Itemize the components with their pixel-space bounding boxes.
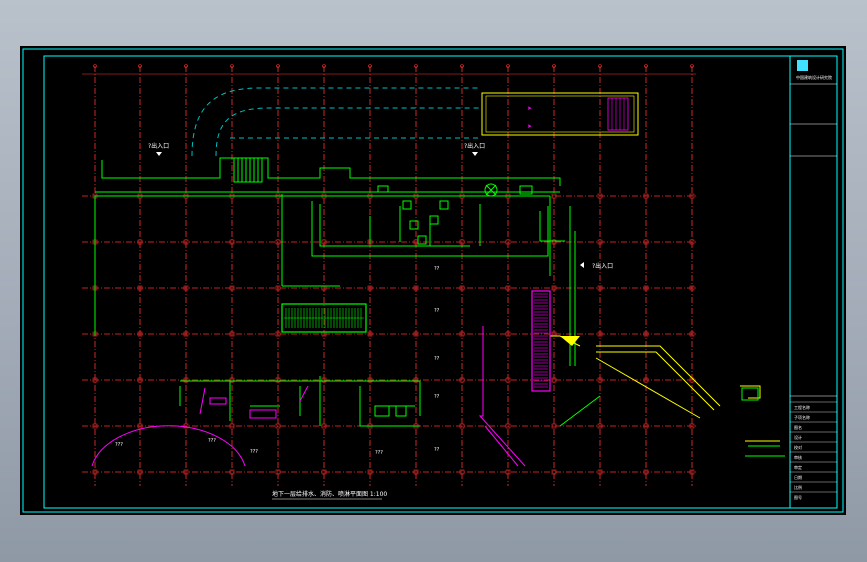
ramp-outline-inner [215,107,480,157]
title-block-row: 校对 [794,444,802,450]
equipment-block [607,97,629,131]
arrow-marker: ➤ [527,123,532,130]
cad-canvas[interactable]: 中国建筑设计研究院 工程名称子项名称图名设计校对审核审定日期比例图号 ➤ ➤ ?… [20,46,846,515]
title-block-row: 图号 [794,494,802,500]
title-block-row: 审核 [794,454,802,460]
outer-frame [22,48,844,513]
svg-text:???: ??? [375,450,383,456]
entrance-arrow-icon [580,262,584,268]
room-labels: ??? ??? ??? ??? ?? ?? ?? ?? ?? [115,266,440,456]
title-block-row: 子项名称 [794,414,810,420]
svg-text:??: ?? [434,447,440,453]
entrance-label-3: ?出入口 [592,262,613,270]
entrance-label-2: ?出入口 [464,142,485,150]
svg-text:??: ?? [434,266,440,272]
title-block-row: 日期 [794,474,802,480]
roof-equipment-outline [481,92,639,136]
arrow-marker: ➤ [527,105,532,112]
title-block-row: 工程名称 [794,404,810,410]
title-block-row: 审定 [794,464,802,470]
entrance-label-1: ?出入口 [148,142,169,150]
ramp-outline-outer [191,87,480,157]
entrance-arrow-icon [156,152,162,156]
svg-text:???: ??? [250,449,258,455]
drawing-title: 地下一层给排水、消防、喷淋平面图 1:100 [272,490,387,498]
stair-hatch [534,293,548,388]
equipment-symbols [374,183,759,417]
axis-bubbles [93,64,694,68]
axis-grid [82,66,696,486]
company-name: 中国建筑设计研究院 [796,74,832,80]
cad-drawing-sheet[interactable]: 中国建筑设计研究院 工程名称子项名称图名设计校对审核审定日期比例图号 ➤ ➤ ?… [20,46,846,515]
svg-text:??: ?? [434,356,440,362]
svg-text:???: ??? [115,442,123,448]
svg-text:???: ??? [208,438,216,444]
title-block-row: 设计 [794,434,802,440]
inner-frame [43,55,838,509]
company-logo-icon [797,60,808,71]
entrance-arrow-icon [472,152,478,156]
title-block-row: 图名 [794,424,802,430]
drain-lines [91,290,551,467]
svg-text:??: ?? [434,308,440,314]
svg-text:??: ?? [434,394,440,400]
title-block: 中国建筑设计研究院 工程名称子项名称图名设计校对审核审定日期比例图号 [789,56,837,508]
title-block-row: 比例 [794,484,802,490]
